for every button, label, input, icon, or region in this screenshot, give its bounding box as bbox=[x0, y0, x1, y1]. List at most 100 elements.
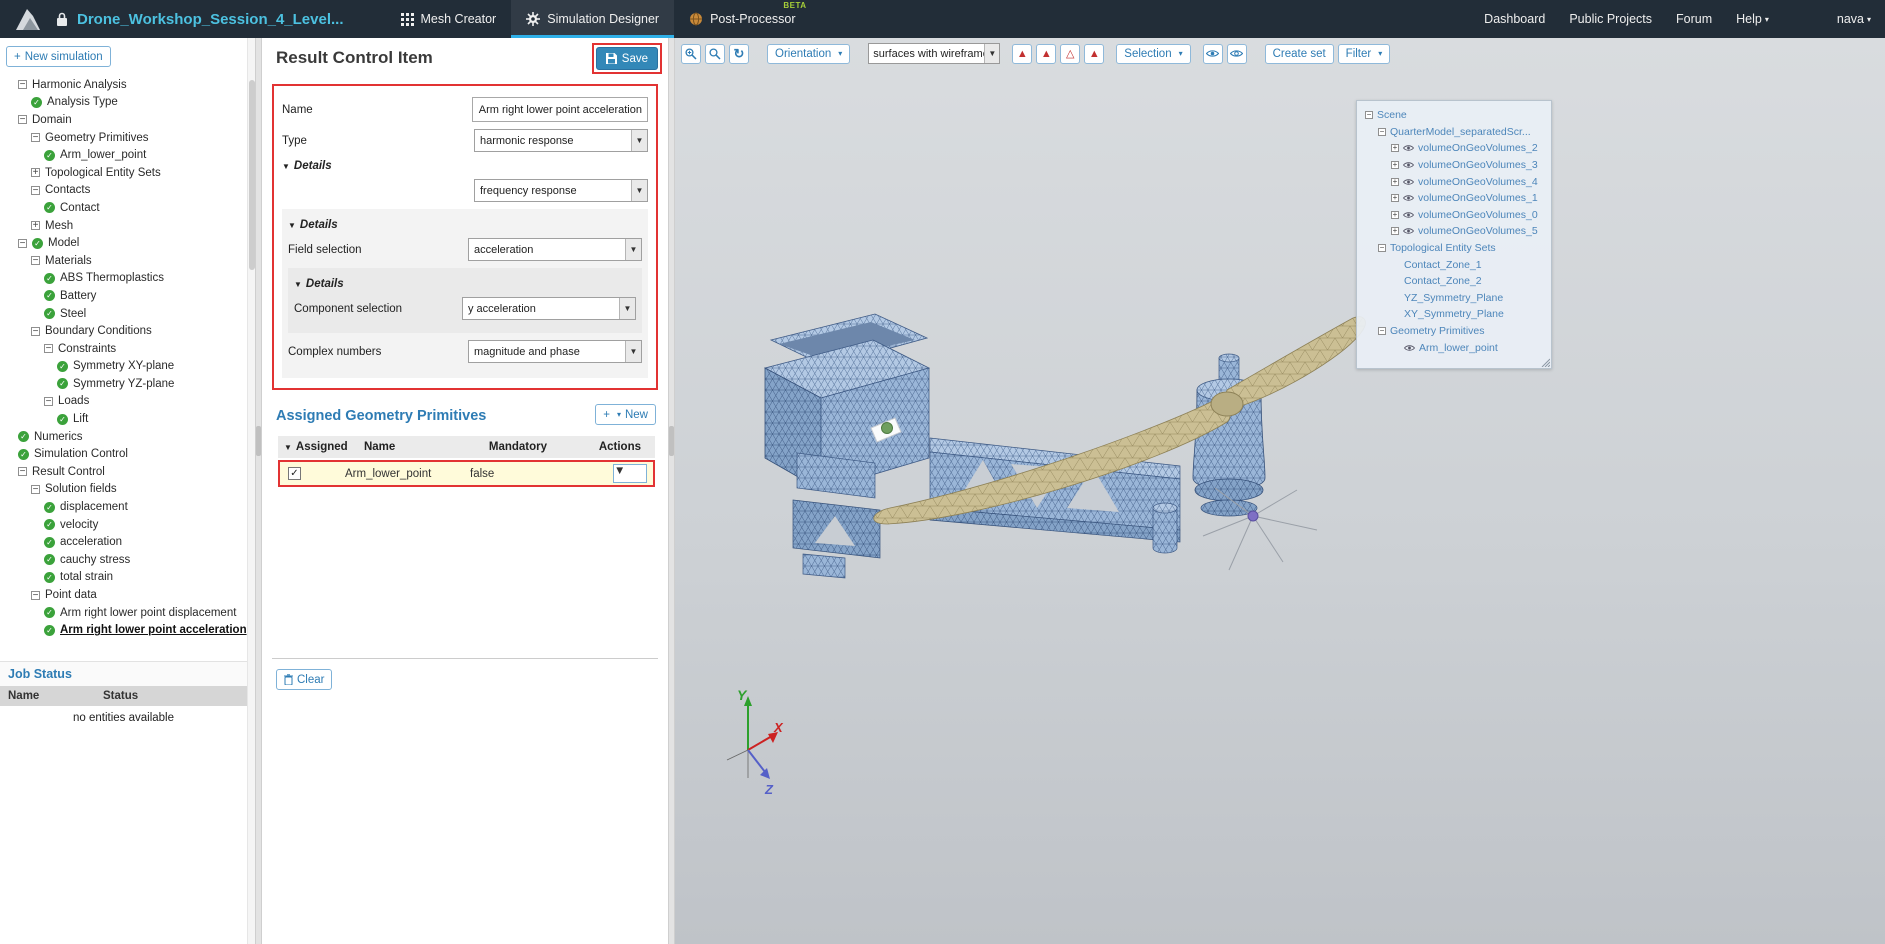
viewport-3d[interactable]: ↻ Orientation ▾ surfaces with wireframe … bbox=[675, 38, 1885, 944]
collapse-icon[interactable]: − bbox=[18, 239, 27, 248]
expand-icon[interactable]: + bbox=[1391, 194, 1399, 202]
panel-resize-handle[interactable] bbox=[256, 426, 261, 456]
mesh-quality-button-3[interactable]: △ bbox=[1060, 44, 1080, 64]
eye-icon[interactable] bbox=[1403, 227, 1414, 235]
collapse-icon[interactable]: − bbox=[18, 80, 27, 89]
collapse-icon[interactable]: − bbox=[31, 133, 40, 142]
scene-item-label[interactable]: Geometry Primitives bbox=[1390, 325, 1485, 337]
zoom-extents-button[interactable] bbox=[705, 44, 725, 64]
eye-icon[interactable] bbox=[1403, 144, 1414, 152]
tree-item[interactable]: ✓ Arm right lower point acceleration bbox=[14, 621, 255, 639]
scene-item-label[interactable]: Arm_lower_point bbox=[1419, 342, 1498, 354]
tree-item[interactable]: ✓ acceleration bbox=[14, 533, 255, 551]
tree-item[interactable]: ✓ ABS Thermoplastics bbox=[14, 270, 255, 288]
scene-tree-item[interactable]: + volumeOnGeoVolumes_1 bbox=[1361, 190, 1547, 207]
mesh-quality-button-2[interactable]: ▲ bbox=[1036, 44, 1056, 64]
tree-item[interactable]: + Mesh bbox=[14, 217, 255, 235]
create-set-button[interactable]: Create set bbox=[1265, 44, 1334, 64]
scene-item-label[interactable]: volumeOnGeoVolumes_0 bbox=[1418, 209, 1538, 221]
scene-tree-item[interactable]: Contact_Zone_2 bbox=[1361, 273, 1547, 290]
scene-tree-item[interactable]: − Geometry Primitives bbox=[1361, 323, 1547, 340]
clear-button[interactable]: Clear bbox=[276, 669, 332, 690]
scene-item-label[interactable]: YZ_Symmetry_Plane bbox=[1404, 292, 1503, 304]
scene-tree-item[interactable]: + volumeOnGeoVolumes_3 bbox=[1361, 157, 1547, 174]
sidebar-scrollbar[interactable] bbox=[247, 38, 255, 944]
dashboard-link[interactable]: Dashboard bbox=[1484, 12, 1545, 26]
table-row[interactable]: Arm_lower_point false ▼ bbox=[278, 460, 655, 487]
tree-item[interactable]: − Contacts bbox=[14, 182, 255, 200]
zoom-in-button[interactable] bbox=[681, 44, 701, 64]
orientation-dropdown[interactable]: Orientation ▾ bbox=[767, 44, 850, 64]
tab-mesh-creator[interactable]: Mesh Creator bbox=[386, 0, 512, 38]
tree-item[interactable]: − Loads bbox=[14, 393, 255, 411]
scene-tree-item[interactable]: − Topological Entity Sets bbox=[1361, 240, 1547, 257]
tree-item[interactable]: ✓ Lift bbox=[14, 410, 255, 428]
expand-icon[interactable]: + bbox=[1391, 211, 1399, 219]
tree-item[interactable]: − Solution fields bbox=[14, 481, 255, 499]
collapse-icon[interactable]: − bbox=[31, 256, 40, 265]
panel-resize-handle[interactable] bbox=[669, 426, 674, 456]
tree-item[interactable]: ✓ Numerics bbox=[14, 428, 255, 446]
eye-icon[interactable] bbox=[1404, 344, 1415, 352]
scene-tree-item[interactable]: − Scene bbox=[1361, 107, 1547, 124]
scene-item-label[interactable]: Scene bbox=[1377, 109, 1407, 121]
tree-item[interactable]: ✓ Symmetry XY-plane bbox=[14, 358, 255, 376]
name-input[interactable] bbox=[472, 97, 648, 122]
expand-icon[interactable]: + bbox=[31, 168, 40, 177]
eye-icon[interactable] bbox=[1403, 194, 1414, 202]
panel-resize-divider[interactable] bbox=[668, 38, 675, 944]
expand-icon[interactable]: + bbox=[31, 221, 40, 230]
filter-dropdown[interactable]: Filter ▾ bbox=[1338, 44, 1391, 64]
scene-tree-item[interactable]: + volumeOnGeoVolumes_4 bbox=[1361, 173, 1547, 190]
scene-tree-item[interactable]: − QuarterModel_separatedScr... bbox=[1361, 124, 1547, 141]
scene-panel-resize-grip[interactable] bbox=[1540, 357, 1550, 367]
sidebar-resize-divider[interactable] bbox=[255, 38, 262, 944]
expand-icon[interactable]: + bbox=[1391, 144, 1399, 152]
show-selected-button[interactable] bbox=[1203, 44, 1223, 64]
mesh-quality-button-4[interactable]: ▲ bbox=[1084, 44, 1104, 64]
selection-dropdown[interactable]: Selection ▾ bbox=[1116, 44, 1190, 64]
scene-item-label[interactable]: Contact_Zone_2 bbox=[1404, 275, 1482, 287]
scene-tree-item[interactable]: Arm_lower_point bbox=[1361, 339, 1547, 356]
new-assignment-button[interactable]: + ▾ New bbox=[595, 404, 656, 425]
tree-item[interactable]: ✓ Symmetry YZ-plane bbox=[14, 375, 255, 393]
caret-down-icon[interactable]: ▼ bbox=[284, 443, 292, 452]
tree-item[interactable]: ✓ Simulation Control bbox=[14, 445, 255, 463]
tree-item[interactable]: ✓ displacement bbox=[14, 498, 255, 516]
tree-item[interactable]: − Boundary Conditions bbox=[14, 322, 255, 340]
tree-item[interactable]: − Result Control bbox=[14, 463, 255, 481]
render-mode-select[interactable]: surfaces with wireframe ▼ bbox=[868, 43, 1000, 64]
collapse-icon[interactable]: − bbox=[18, 115, 27, 124]
tree-item[interactable]: + Topological Entity Sets bbox=[14, 164, 255, 182]
tree-item[interactable]: ✓ total strain bbox=[14, 569, 255, 587]
scene-item-label[interactable]: XY_Symmetry_Plane bbox=[1404, 308, 1504, 320]
expand-icon[interactable]: + bbox=[1391, 227, 1399, 235]
collapse-icon[interactable]: − bbox=[31, 591, 40, 600]
collapse-icon[interactable]: − bbox=[31, 485, 40, 494]
scene-item-label[interactable]: Topological Entity Sets bbox=[1390, 242, 1496, 254]
save-button[interactable]: Save bbox=[596, 47, 658, 70]
details-toggle[interactable]: ▼ Details bbox=[288, 219, 642, 231]
tree-item[interactable]: ✓ Contact bbox=[14, 199, 255, 217]
hide-selected-button[interactable] bbox=[1227, 44, 1247, 64]
details-toggle[interactable]: ▼ Details bbox=[282, 160, 648, 172]
collapse-icon[interactable]: − bbox=[44, 397, 53, 406]
scene-tree-item[interactable]: + volumeOnGeoVolumes_2 bbox=[1361, 140, 1547, 157]
row-checkbox[interactable] bbox=[288, 467, 301, 480]
collapse-icon[interactable]: − bbox=[1378, 327, 1386, 335]
collapse-icon[interactable]: − bbox=[1378, 128, 1386, 136]
collapse-icon[interactable]: − bbox=[44, 344, 53, 353]
response-type-select[interactable]: frequency response ▼ bbox=[474, 179, 648, 202]
tree-item[interactable]: ✓ Arm_lower_point bbox=[14, 146, 255, 164]
collapse-icon[interactable]: − bbox=[31, 327, 40, 336]
tab-post-processor[interactable]: BETA Post-Processor bbox=[674, 0, 810, 38]
tree-item[interactable]: − Constraints bbox=[14, 340, 255, 358]
type-select[interactable]: harmonic response ▼ bbox=[474, 129, 648, 152]
mesh-quality-button-1[interactable]: ▲ bbox=[1012, 44, 1032, 64]
tree-item[interactable]: − Materials bbox=[14, 252, 255, 270]
component-selection-select[interactable]: y acceleration ▼ bbox=[462, 297, 636, 320]
scene-tree-item[interactable]: + volumeOnGeoVolumes_5 bbox=[1361, 223, 1547, 240]
eye-icon[interactable] bbox=[1403, 178, 1414, 186]
scene-item-label[interactable]: volumeOnGeoVolumes_5 bbox=[1418, 225, 1538, 237]
tree-item[interactable]: − Domain bbox=[14, 111, 255, 129]
